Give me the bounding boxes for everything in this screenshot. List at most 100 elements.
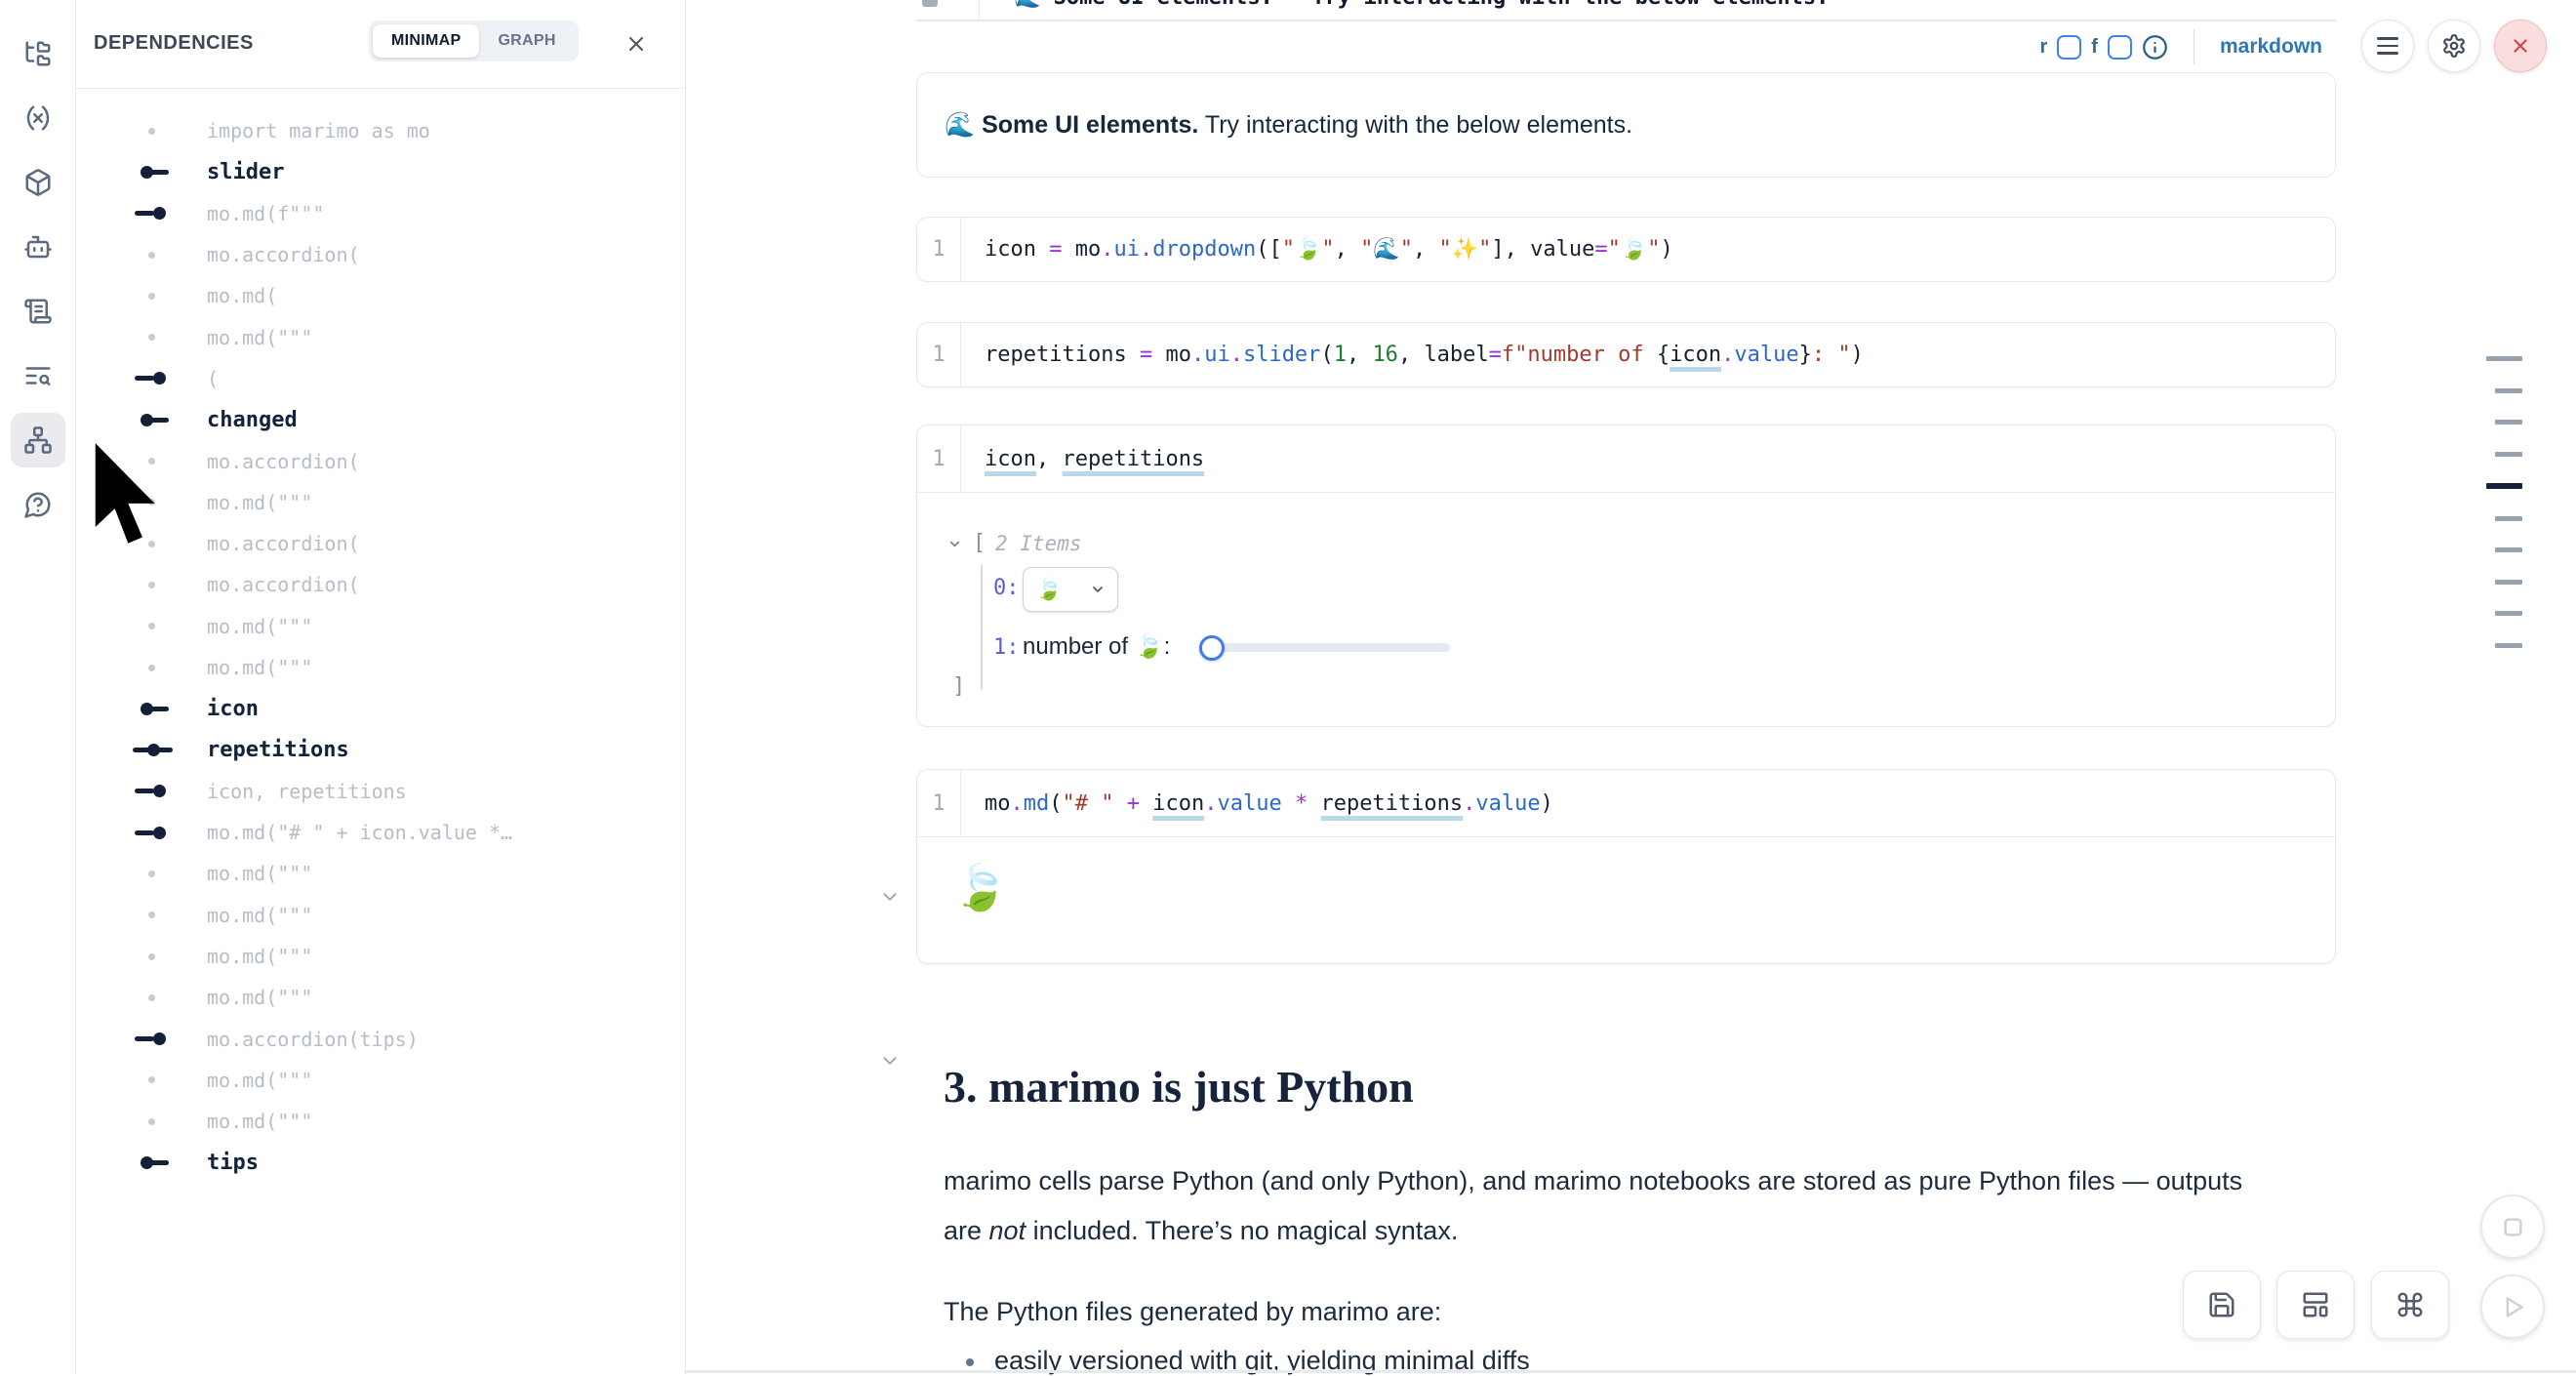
cell-marker-icon xyxy=(137,371,181,386)
stop-button[interactable] xyxy=(2480,1194,2545,1259)
code-line[interactable]: repetitions = mo.ui.slider(1, 16, label=… xyxy=(961,343,1864,367)
panel-close-button[interactable] xyxy=(623,30,650,58)
cell-code-label: mo.md(""" xyxy=(207,904,312,927)
drag-handle[interactable] xyxy=(922,0,938,7)
minimap-item[interactable]: repetitions xyxy=(76,729,684,770)
help-button[interactable] xyxy=(11,477,65,532)
text-search-icon xyxy=(23,361,53,390)
info-icon[interactable] xyxy=(2142,34,2168,61)
reactive-checkbox[interactable] xyxy=(2057,35,2081,60)
tab-minimap[interactable]: MINIMAP xyxy=(373,24,479,58)
paragraph: marimo cells parse Python (and only Pyth… xyxy=(944,1156,2407,1256)
panel-header: DEPENDENCIES MINIMAP GRAPH xyxy=(76,0,685,89)
format-checkbox[interactable] xyxy=(2108,35,2132,60)
close-x-icon xyxy=(2510,35,2531,57)
code-line[interactable]: mo.md("# " + icon.value * repetitions.va… xyxy=(961,791,1553,816)
minimap-item[interactable]: mo.md(""" xyxy=(76,1101,684,1142)
minimap-item[interactable]: mo.md(f""" xyxy=(76,193,684,234)
minimap-item[interactable]: mo.accordion( xyxy=(76,564,684,605)
tab-graph[interactable]: GRAPH xyxy=(479,24,574,58)
cell-marker-icon xyxy=(137,1113,181,1129)
collapse-chevron-icon[interactable] xyxy=(879,1050,901,1072)
minimap-item[interactable]: mo.md(""" xyxy=(76,1060,684,1101)
layout-button[interactable] xyxy=(2276,1271,2355,1339)
collapse-chevron-icon[interactable] xyxy=(947,537,962,551)
scroll-mark[interactable] xyxy=(2486,356,2522,361)
scroll-mark[interactable] xyxy=(2495,452,2522,457)
minimap-item[interactable]: icon, repetitions xyxy=(76,771,684,812)
tree-connector-line xyxy=(981,565,983,690)
code-line[interactable]: icon = mo.ui.dropdown(["🍃", "🌊", "✨"], v… xyxy=(961,237,1673,262)
dropdown-widget[interactable]: 🍃 xyxy=(1023,567,1118,612)
scroll-mark[interactable] xyxy=(2495,516,2522,521)
md-cell-output: 🍃 xyxy=(917,837,2335,914)
minimap-item[interactable]: ( xyxy=(76,358,684,399)
scroll-minimap[interactable] xyxy=(2486,356,2522,674)
keyboard-shortcuts-button[interactable] xyxy=(2371,1271,2449,1339)
save-floppy-icon xyxy=(2207,1290,2236,1319)
collapse-chevron-icon[interactable] xyxy=(879,886,901,908)
cell-code-label: mo.md(""" xyxy=(207,1069,312,1092)
run-button[interactable] xyxy=(2480,1275,2545,1339)
code-cell-tuple[interactable]: 1 icon, repetitions [ 2 Items 0: 🍃 1: nu… xyxy=(916,425,2336,727)
minimap-item[interactable]: import marimo as mo xyxy=(76,110,684,151)
code-cell-md[interactable]: 1 mo.md("# " + icon.value * repetitions.… xyxy=(916,769,2336,964)
slider-track[interactable] xyxy=(1210,643,1450,652)
minimap-item[interactable]: mo.md(""" xyxy=(76,647,684,688)
output-bold-text: 🌊 Some UI elements. xyxy=(945,111,1198,139)
scroll-mark[interactable] xyxy=(2495,611,2522,616)
minimap-item[interactable]: mo.md(""" xyxy=(76,895,684,936)
minimap-item[interactable]: mo.md(""" xyxy=(76,316,684,357)
code-line[interactable]: icon, repetitions xyxy=(961,447,1204,471)
settings-button[interactable] xyxy=(2428,20,2480,72)
minimap-item[interactable]: mo.accordion( xyxy=(76,234,684,275)
scroll-mark[interactable] xyxy=(2495,420,2522,425)
bottom-divider xyxy=(686,1370,2576,1373)
cell-marker-icon xyxy=(137,1072,181,1088)
minimap-item[interactable]: mo.md( xyxy=(76,275,684,316)
minimap-item[interactable]: icon xyxy=(76,688,684,729)
items-count: 2 Items xyxy=(995,532,1082,555)
scroll-mark[interactable] xyxy=(2486,483,2522,489)
cell-toolbar: r f markdown xyxy=(916,23,2336,70)
hamburger-icon xyxy=(2377,37,2398,55)
cell-language-badge[interactable]: markdown xyxy=(2220,35,2322,59)
minimap-item[interactable]: mo.md(""" xyxy=(76,977,684,1018)
top-cell-editor-fragment[interactable]: 🌊 Some UI elements. Try interacting with… xyxy=(916,0,2336,20)
cell-code-label: changed xyxy=(207,408,298,432)
minimap-item[interactable]: mo.md(""" xyxy=(76,853,684,894)
item-index-0: 0: xyxy=(993,576,1020,600)
command-icon xyxy=(2395,1290,2425,1319)
scroll-mark[interactable] xyxy=(2495,547,2522,552)
scroll-mark[interactable] xyxy=(2495,388,2522,393)
code-cell-dropdown[interactable]: 1 icon = mo.ui.dropdown(["🍃", "🌊", "✨"],… xyxy=(916,217,2336,282)
minimap-item[interactable]: mo.md(""" xyxy=(76,936,684,977)
minimap-item[interactable]: changed xyxy=(76,399,684,440)
save-button[interactable] xyxy=(2183,1271,2261,1339)
minimap-item[interactable]: tips xyxy=(76,1142,684,1183)
logs-button[interactable] xyxy=(11,284,65,339)
ai-assistant-button[interactable] xyxy=(11,220,65,274)
cell-marker-icon xyxy=(137,660,181,675)
cell-marker-icon xyxy=(137,784,181,799)
minimap-item[interactable]: mo.md("# " + icon.value *… xyxy=(76,812,684,853)
shutdown-button[interactable] xyxy=(2494,20,2547,72)
code-cell-slider[interactable]: 1 repetitions = mo.ui.slider(1, 16, labe… xyxy=(916,322,2336,387)
slider-thumb[interactable] xyxy=(1199,635,1225,661)
minimap-item[interactable]: mo.accordion(tips) xyxy=(76,1019,684,1060)
menu-button[interactable] xyxy=(2361,20,2414,72)
scroll-mark[interactable] xyxy=(2495,643,2522,648)
minimap-item[interactable]: mo.md(""" xyxy=(76,606,684,647)
minimap-item[interactable]: slider xyxy=(76,151,684,192)
cell-code-label: mo.accordion( xyxy=(207,573,360,596)
variables-button[interactable] xyxy=(11,91,65,145)
scroll-mark[interactable] xyxy=(2495,580,2522,585)
packages-button[interactable] xyxy=(11,155,65,210)
dependencies-button[interactable] xyxy=(11,413,65,467)
file-explorer-button[interactable] xyxy=(11,26,65,81)
file-tree-icon xyxy=(23,39,53,68)
output-emoji: 🍃 xyxy=(952,862,1008,912)
cell-code-label: mo.md(""" xyxy=(207,1110,312,1133)
snippets-button[interactable] xyxy=(11,348,65,403)
cell-marker-icon xyxy=(137,206,181,222)
